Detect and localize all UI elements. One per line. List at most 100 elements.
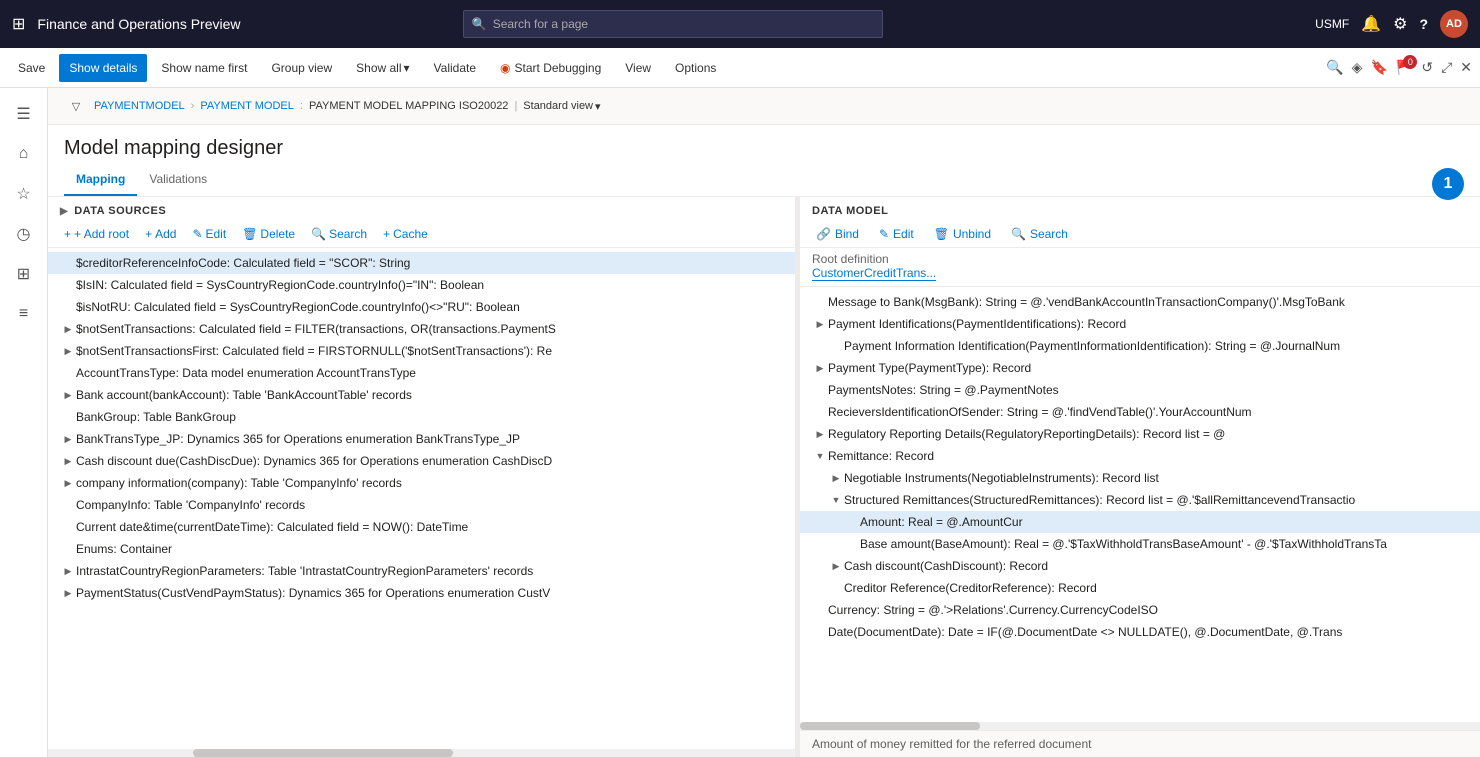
data-sources-expand-icon[interactable]: ▶	[60, 206, 68, 217]
standard-view-selector[interactable]: Standard view ▾	[523, 100, 600, 113]
tree-item-text-4: $notSentTransactionsFirst: Calculated fi…	[76, 344, 552, 358]
sidebar: ☰ ⌂ ☆ ◷ ⊞ ≡	[0, 88, 48, 757]
tree-item-0[interactable]: $creditorReferenceInfoCode: Calculated f…	[48, 252, 795, 274]
start-debugging-button[interactable]: ◉ Start Debugging	[490, 54, 611, 82]
toolbar-close-icon[interactable]: ✕	[1460, 59, 1472, 76]
sidebar-history-icon[interactable]: ◷	[6, 216, 42, 252]
breadcrumb-part1[interactable]: PAYMENTMODEL	[94, 100, 185, 112]
show-details-button[interactable]: Show details	[59, 54, 147, 82]
unbind-button[interactable]: 🗑 Unbind	[930, 225, 995, 243]
tree-item-4[interactable]: ▶ $notSentTransactionsFirst: Calculated …	[48, 340, 795, 362]
tree-item-6[interactable]: ▶ Bank account(bankAccount): Table 'Bank…	[48, 384, 795, 406]
breadcrumb-part2[interactable]: PAYMENT MODEL	[200, 100, 294, 112]
toolbar-maximize-icon[interactable]: ⤢	[1441, 59, 1452, 76]
show-name-first-button[interactable]: Show name first	[151, 54, 257, 82]
validate-button[interactable]: Validate	[424, 54, 486, 82]
dm-tree-item-9[interactable]: ▼ Structured Remittances(StructuredRemit…	[800, 489, 1480, 511]
show-all-chevron-icon: ▾	[404, 61, 410, 75]
tree-item-2[interactable]: $isNotRU: Calculated field = SysCountryR…	[48, 296, 795, 318]
page-title: Model mapping designer	[64, 137, 1464, 160]
tree-item-5[interactable]: AccountTransType: Data model enumeration…	[48, 362, 795, 384]
save-button[interactable]: Save	[8, 54, 55, 82]
tree-item-10[interactable]: ▶ company information(company): Table 'C…	[48, 472, 795, 494]
left-panel-hscroll[interactable]	[48, 749, 795, 757]
tree-item-12[interactable]: Current date&time(currentDateTime): Calc…	[48, 516, 795, 538]
search-bar[interactable]: 🔍 Search for a page	[463, 10, 883, 38]
sidebar-menu-icon[interactable]: ☰	[6, 96, 42, 132]
notification-bell-icon[interactable]: 🔔	[1361, 14, 1381, 34]
toolbar-diamond-icon[interactable]: ◈	[1352, 59, 1363, 76]
sidebar-grid-icon[interactable]: ⊞	[6, 256, 42, 292]
delete-button[interactable]: 🗑 Delete	[238, 225, 299, 243]
sidebar-home-icon[interactable]: ⌂	[6, 136, 42, 172]
tree-item-text-14: IntrastatCountryRegionParameters: Table …	[76, 564, 533, 578]
tree-item-9[interactable]: ▶ Cash discount due(CashDiscDue): Dynami…	[48, 450, 795, 472]
toolbar-search-icon[interactable]: 🔍	[1326, 59, 1343, 76]
group-view-button[interactable]: Group view	[261, 54, 342, 82]
add-button[interactable]: + Add	[141, 225, 180, 243]
root-definition-value[interactable]: CustomerCreditTrans...	[812, 266, 936, 281]
tree-item-8[interactable]: ▶ BankTransType_JP: Dynamics 365 for Ope…	[48, 428, 795, 450]
dm-edit-button[interactable]: ✎ Edit	[875, 225, 918, 243]
dm-tree-item-5[interactable]: RecieversIdentificationOfSender: String …	[800, 401, 1480, 423]
tree-item-14[interactable]: ▶ IntrastatCountryRegionParameters: Tabl…	[48, 560, 795, 582]
delete-trash-icon: 🗑	[242, 227, 257, 241]
dm-tree-item-7[interactable]: ▼ Remittance: Record	[800, 445, 1480, 467]
grid-icon[interactable]: ⊞	[12, 14, 25, 34]
root-definition: Root definition CustomerCreditTrans...	[800, 248, 1480, 286]
dm-tree-item-15[interactable]: Date(DocumentDate): Date = IF(@.Document…	[800, 621, 1480, 643]
help-question-icon[interactable]: ?	[1419, 16, 1428, 32]
tab-mapping[interactable]: Mapping	[64, 164, 137, 196]
bind-link-icon: 🔗	[816, 227, 831, 241]
dm-tree-item-13[interactable]: Creditor Reference(CreditorReference): R…	[800, 577, 1480, 599]
options-button[interactable]: Options	[665, 54, 726, 82]
right-panel-hscroll[interactable]	[800, 722, 1480, 730]
tree-item-15[interactable]: ▶ PaymentStatus(CustVendPaymStatus): Dyn…	[48, 582, 795, 604]
edit-button[interactable]: ✎ Edit	[188, 225, 230, 243]
user-avatar[interactable]: AD	[1440, 10, 1468, 38]
add-plus-icon: +	[145, 227, 152, 241]
search-button[interactable]: 🔍 Search	[307, 225, 371, 243]
show-all-button[interactable]: Show all ▾	[346, 54, 419, 82]
dm-tree-item-8[interactable]: ▶ Negotiable Instruments(NegotiableInstr…	[800, 467, 1480, 489]
right-panel-hscroll-thumb	[800, 722, 980, 730]
dm-tree-item-1[interactable]: ▶ Payment Identifications(PaymentIdentif…	[800, 313, 1480, 335]
tree-item-1[interactable]: $IsIN: Calculated field = SysCountryRegi…	[48, 274, 795, 296]
unbind-trash-icon: 🗑	[934, 227, 949, 241]
dm-tree-item-0[interactable]: Message to Bank(MsgBank): String = @.'ve…	[800, 291, 1480, 313]
dm-tree-item-10[interactable]: Amount: Real = @.AmountCur	[800, 511, 1480, 533]
dm-tree-item-6[interactable]: ▶ Regulatory Reporting Details(Regulator…	[800, 423, 1480, 445]
dm-tree-item-14[interactable]: Currency: String = @.'>Relations'.Curren…	[800, 599, 1480, 621]
bind-button[interactable]: 🔗 Bind	[812, 225, 863, 243]
tree-item-text-6: Bank account(bankAccount): Table 'BankAc…	[76, 388, 412, 402]
tree-chevron-7	[60, 409, 76, 425]
view-button[interactable]: View	[615, 54, 661, 82]
tree-item-text-2: $isNotRU: Calculated field = SysCountryR…	[76, 300, 520, 314]
dm-tree-item-3[interactable]: ▶ Payment Type(PaymentType): Record	[800, 357, 1480, 379]
tree-item-7[interactable]: BankGroup: Table BankGroup	[48, 406, 795, 428]
sidebar-list-icon[interactable]: ≡	[6, 296, 42, 332]
add-root-button[interactable]: + + Add root	[60, 225, 133, 243]
filter-icon[interactable]: ▽	[64, 94, 88, 118]
data-model-tree[interactable]: Message to Bank(MsgBank): String = @.'ve…	[800, 286, 1480, 722]
toolbar-bookmark-icon[interactable]: 🔖	[1370, 59, 1387, 76]
tree-item-3[interactable]: ▶ $notSentTransactions: Calculated field…	[48, 318, 795, 340]
tab-validations[interactable]: Validations	[137, 164, 219, 196]
toolbar-refresh-icon[interactable]: ↺	[1421, 59, 1433, 76]
dm-tree-item-2[interactable]: Payment Information Identification(Payme…	[800, 335, 1480, 357]
dm-tree-item-4[interactable]: PaymentsNotes: String = @.PaymentNotes	[800, 379, 1480, 401]
dm-tree-item-12[interactable]: ▶ Cash discount(CashDiscount): Record	[800, 555, 1480, 577]
data-sources-toolbar: + + Add root + Add ✎ Edit 🗑 Delete	[48, 221, 795, 248]
tree-item-13[interactable]: Enums: Container	[48, 538, 795, 560]
cache-button[interactable]: + Cache	[379, 225, 432, 243]
data-sources-tree[interactable]: $creditorReferenceInfoCode: Calculated f…	[48, 248, 795, 749]
sidebar-star-icon[interactable]: ☆	[6, 176, 42, 212]
dm-tree-item-11[interactable]: Base amount(BaseAmount): Real = @.'$TaxW…	[800, 533, 1480, 555]
settings-gear-icon[interactable]: ⚙	[1393, 14, 1407, 34]
data-sources-panel: ▶ DATA SOURCES + + Add root + Add ✎ Edit	[48, 197, 796, 757]
tree-item-text-8: BankTransType_JP: Dynamics 365 for Opera…	[76, 432, 520, 446]
tree-item-11[interactable]: CompanyInfo: Table 'CompanyInfo' records	[48, 494, 795, 516]
dm-search-button[interactable]: 🔍 Search	[1007, 225, 1072, 243]
standard-view-chevron-icon: ▾	[595, 100, 601, 113]
tree-chevron-5	[60, 365, 76, 381]
